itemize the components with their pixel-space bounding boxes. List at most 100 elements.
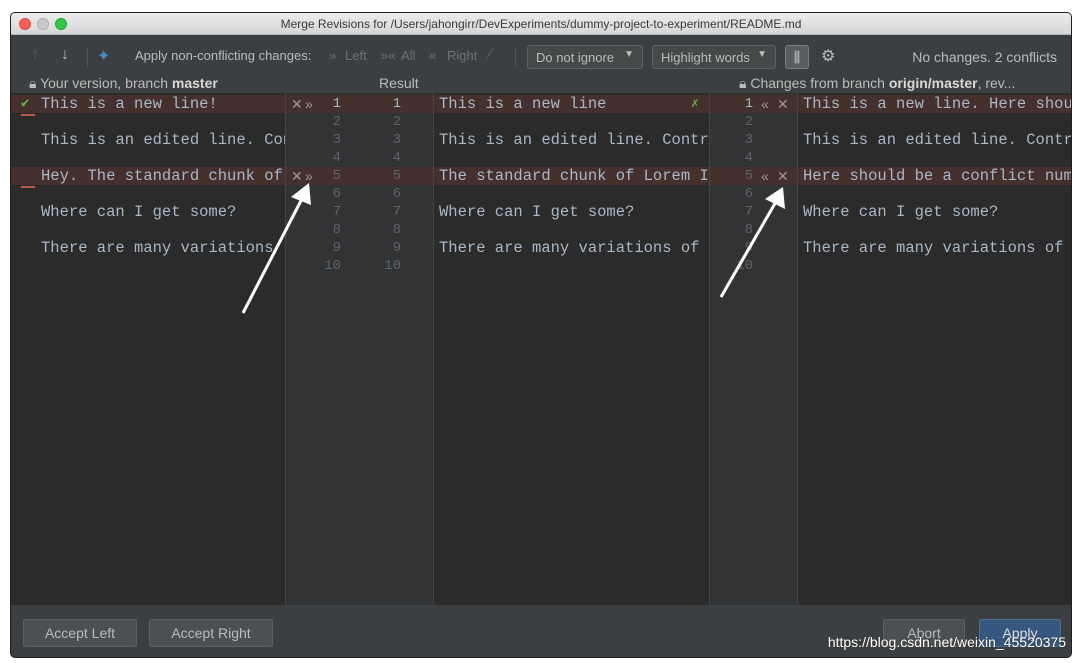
result-line-text: Where can I get some?	[439, 203, 635, 221]
right-line[interactable]: This is an edited line. Contr	[797, 131, 1071, 149]
left-header-prefix: Your version, branch	[40, 75, 172, 91]
left-editor[interactable]: ✔ This is a new line! This is an edited …	[11, 93, 285, 605]
right-line[interactable]: Here should be a conflict num	[797, 167, 1072, 185]
accept-change-icon[interactable]: »	[305, 167, 313, 185]
left-panel-header: 🔒︎ Your version, branch master	[29, 75, 218, 92]
reject-change-icon[interactable]: ✕	[291, 95, 303, 113]
window-title: Merge Revisions for /Users/jahongirr/Dev…	[280, 17, 802, 31]
accept-change-icon[interactable]: «	[761, 95, 769, 113]
bottom-bar: Accept Left Accept Right Abort Apply	[11, 605, 1071, 657]
accept-right-button[interactable]: Accept Right	[149, 619, 273, 647]
right-line-text: There are many variations of	[803, 239, 1064, 257]
side-by-side-toggle-button[interactable]: ⫼	[785, 45, 809, 69]
left-header-branch: master	[171, 75, 218, 91]
resolved-icon: ✗	[691, 96, 699, 111]
result-line-number: 7	[392, 204, 401, 220]
left-line[interactable]: ✔ This is a new line!	[11, 95, 285, 113]
conflict-marker	[21, 186, 35, 188]
right-line-number: 8	[744, 222, 753, 238]
left-line[interactable]: There are many variations	[11, 239, 285, 257]
right-header-prefix: Changes from branch	[750, 75, 889, 91]
line-number: 8	[332, 222, 341, 238]
line-number: 4	[332, 150, 341, 166]
apply-left-arrow-icon: »	[329, 48, 337, 63]
ignore-dropdown-value: Do not ignore	[536, 50, 615, 65]
line-number: 7	[332, 204, 341, 220]
apply-all-arrow-icon: »«	[381, 48, 396, 63]
right-line-text: Here should be a conflict num	[803, 167, 1072, 185]
panel-divider	[285, 93, 286, 605]
line-number: 10	[324, 258, 341, 274]
right-line[interactable]: This is a new line. Here shou	[797, 95, 1072, 113]
right-line[interactable]: Where can I get some?	[797, 203, 1071, 221]
result-line-number: 4	[392, 150, 401, 166]
result-line-number: 2	[392, 114, 401, 130]
apply-right-arrow-icon: «	[429, 48, 437, 63]
title-bar: Merge Revisions for /Users/jahongirr/Dev…	[11, 13, 1071, 35]
gear-icon[interactable]: ⚙	[821, 46, 835, 66]
reject-change-icon[interactable]: ✕	[777, 167, 789, 185]
result-line-number: 6	[392, 186, 401, 202]
right-panel-header: 🔒︎ Changes from branch origin/master, re…	[739, 75, 1015, 92]
panel-divider	[797, 93, 798, 605]
line-number: 9	[332, 240, 341, 256]
apply-all-button[interactable]: All	[401, 48, 415, 63]
arrow-down-icon[interactable]: ↓	[61, 46, 69, 64]
result-line-number: 10	[384, 258, 401, 274]
left-gutter: ✕ » ✕ » 1 2 3 4 5 6 7 8 9 10 1 2 3 4 5 6…	[285, 93, 433, 605]
right-header-suffix: , rev...	[977, 75, 1016, 91]
result-line-number: 5	[392, 168, 401, 184]
result-line-text: There are many variations of p	[439, 239, 709, 257]
ignore-whitespace-dropdown[interactable]: Do not ignore ▼	[527, 45, 643, 69]
chevron-down-icon: ▼	[757, 49, 767, 60]
toolbar-separator	[87, 47, 88, 67]
panel-headers: 🔒︎ Your version, branch master Result 🔒︎…	[11, 73, 1071, 93]
apply-non-conflicting-label: Apply non-conflicting changes:	[135, 48, 312, 63]
left-line-text: There are many variations	[41, 239, 274, 257]
lock-icon: 🔒︎	[739, 75, 747, 91]
right-line-number: 6	[744, 186, 753, 202]
result-line-text: The standard chunk of Lorem Ip	[439, 167, 709, 185]
left-line-text: This is a new line!	[41, 95, 218, 113]
result-line[interactable]: This is an edited line. Contra	[433, 131, 709, 149]
result-editor[interactable]: This is a new line ✗ This is an edited l…	[433, 93, 709, 605]
apply-right-button[interactable]: Right	[447, 48, 477, 63]
result-line-text: This is a new line	[439, 95, 607, 113]
right-line[interactable]: There are many variations of	[797, 239, 1071, 257]
result-line-number: 8	[392, 222, 401, 238]
arrow-up-icon[interactable]: ↑	[31, 46, 39, 64]
left-line[interactable]: Where can I get some?	[11, 203, 285, 221]
reject-change-icon[interactable]: ✕	[291, 167, 303, 185]
left-line-text: Where can I get some?	[41, 203, 237, 221]
result-line-text: This is an edited line. Contra	[439, 131, 709, 149]
apply-left-button[interactable]: Left	[345, 48, 367, 63]
result-line-number: 3	[392, 132, 401, 148]
watermark-text: https://blog.csdn.net/weixin_45520375	[827, 634, 1066, 650]
line-number: 5	[332, 168, 341, 184]
reject-change-icon[interactable]: ✕	[777, 95, 789, 113]
right-line-number: 4	[744, 150, 753, 166]
right-line-text: This is a new line. Here shou	[803, 95, 1072, 113]
conflict-status: No changes. 2 conflicts	[912, 49, 1057, 65]
accept-change-icon[interactable]: «	[761, 167, 769, 185]
result-line[interactable]: Where can I get some?	[433, 203, 709, 221]
highlight-dropdown[interactable]: Highlight words ▼	[652, 45, 776, 69]
lock-icon: 🔒︎	[29, 75, 37, 91]
left-line[interactable]: This is an edited line. Con	[11, 131, 285, 149]
line-number: 6	[332, 186, 341, 202]
result-line[interactable]: This is a new line ✗	[433, 95, 709, 113]
accept-change-icon[interactable]: »	[305, 95, 313, 113]
check-icon: ✔	[21, 96, 30, 112]
result-line[interactable]: The standard chunk of Lorem Ip	[433, 167, 709, 185]
magic-resolve-icon[interactable]: ✦	[97, 46, 110, 66]
result-panel-header: Result	[379, 75, 419, 91]
right-editor[interactable]: This is a new line. Here shou This is an…	[797, 93, 1072, 605]
wand-icon[interactable]: ⁄	[489, 46, 492, 64]
toolbar-separator	[515, 47, 516, 67]
result-line[interactable]: There are many variations of p	[433, 239, 709, 257]
right-line-text: Where can I get some?	[803, 203, 999, 221]
accept-left-button[interactable]: Accept Left	[23, 619, 137, 647]
highlight-dropdown-value: Highlight words	[661, 50, 750, 65]
left-line[interactable]: Hey. The standard chunk of	[11, 167, 285, 185]
right-line-number: 5	[744, 168, 753, 184]
